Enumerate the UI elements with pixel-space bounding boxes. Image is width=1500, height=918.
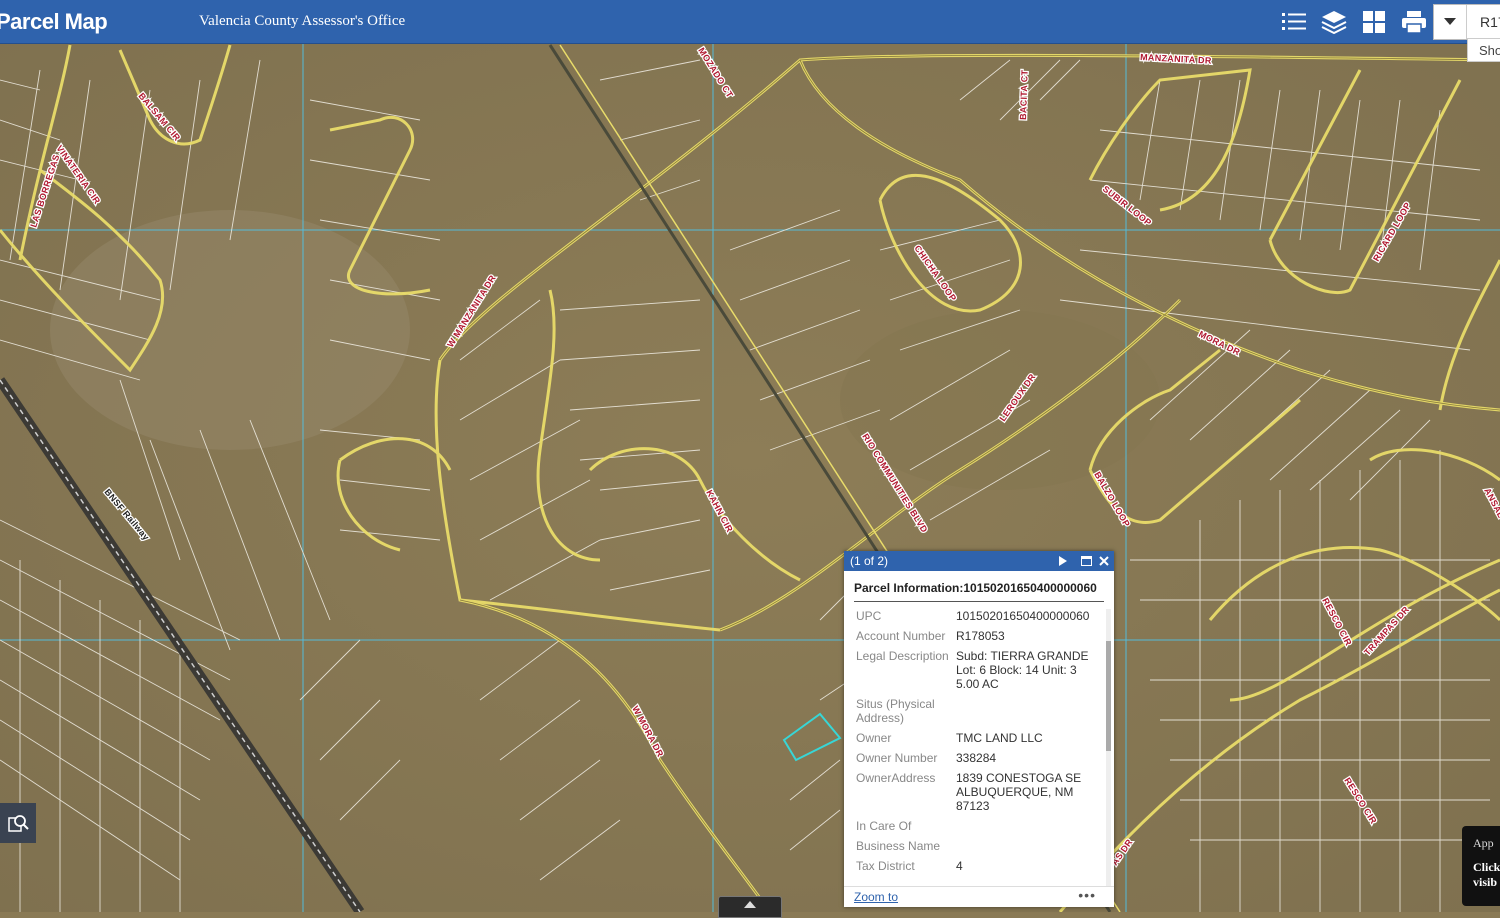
popup-title: Parcel Information:10150201650400000060 <box>854 581 1104 602</box>
locate-button[interactable] <box>0 803 36 843</box>
search-source-dropdown[interactable] <box>1434 5 1467 39</box>
app-subtitle: Valencia County Assessor's Office <box>199 13 406 29</box>
attribute-row: UPC 10150201650400000060 <box>856 609 1090 623</box>
app-title: Parcel Map <box>0 9 108 34</box>
attribute-row: Tax District 4 <box>856 859 963 873</box>
legend-icon <box>1282 13 1306 30</box>
zoom-to-link[interactable]: Zoom to <box>854 890 898 904</box>
popup-footer: Zoom to ••• <box>844 886 1114 907</box>
attribute-row: In Care Of <box>856 819 912 833</box>
more-actions-button[interactable]: ••• <box>1078 887 1096 903</box>
attribute-row: Business Name <box>856 839 941 853</box>
attribute-row: Owner Number 338284 <box>856 751 997 765</box>
road-label: BACITA CT <box>1018 69 1030 120</box>
search-map-icon <box>8 815 29 832</box>
caret-down-icon <box>1444 18 1456 25</box>
print-button[interactable] <box>1398 6 1430 38</box>
app-panel-text: Click visib <box>1473 860 1500 889</box>
attribute-table-toggle[interactable] <box>718 896 782 918</box>
show-results-tab[interactable]: Sho <box>1467 38 1500 62</box>
scrollbar-thumb[interactable] <box>1106 641 1111 751</box>
attribute-row: Account Number R178053 <box>856 629 1005 643</box>
aerial-imagery <box>0 0 1500 912</box>
search-widget[interactable]: R17 <box>1433 4 1500 40</box>
popup-attributes: UPC 10150201650400000060 Account Number R1… <box>856 609 1106 887</box>
attribute-row: OwnerAddress 1839 CONESTOGA SE ALBUQUERQU… <box>856 771 1082 813</box>
search-input[interactable]: R17 <box>1480 14 1500 30</box>
layers-button[interactable] <box>1318 6 1350 38</box>
attribute-row: Owner TMC LAND LLC <box>856 731 1043 745</box>
app-header: Parcel Map Valencia County Assessor's Of… <box>0 0 1500 44</box>
layers-icon <box>1321 11 1347 34</box>
close-popup-button[interactable] <box>1097 553 1111 569</box>
app-panel-heading: App <box>1473 836 1494 850</box>
play-next-icon <box>1059 556 1067 566</box>
parcel-popup: (1 of 2) Parcel Information:101502016504… <box>844 551 1114 907</box>
caret-up-icon <box>744 901 756 908</box>
close-icon <box>1099 556 1109 566</box>
maximize-button[interactable] <box>1079 553 1093 569</box>
maximize-icon <box>1080 556 1092 566</box>
attribute-row: Situs (Physical Address) <box>856 697 935 725</box>
popup-scrollbar[interactable] <box>1106 609 1111 887</box>
legend-button[interactable] <box>1278 6 1310 38</box>
basemap-gallery-icon <box>1363 11 1385 33</box>
popup-pager: (1 of 2) <box>850 554 889 568</box>
print-icon <box>1402 11 1426 34</box>
app-info-panel[interactable]: App Click visib <box>1462 826 1500 906</box>
map-canvas[interactable]: MANZANITA DR MOZADO CT BACITA CT BALSAM … <box>0 0 1500 915</box>
attribute-row: Legal Description Subd: TIERRA GRANDE Lot… <box>856 649 1089 691</box>
map-view[interactable]: MANZANITA DR MOZADO CT BACITA CT BALSAM … <box>0 0 1500 915</box>
next-feature-button[interactable] <box>1056 553 1070 569</box>
popup-header: (1 of 2) <box>844 551 1114 571</box>
basemap-gallery-button[interactable] <box>1358 6 1390 38</box>
